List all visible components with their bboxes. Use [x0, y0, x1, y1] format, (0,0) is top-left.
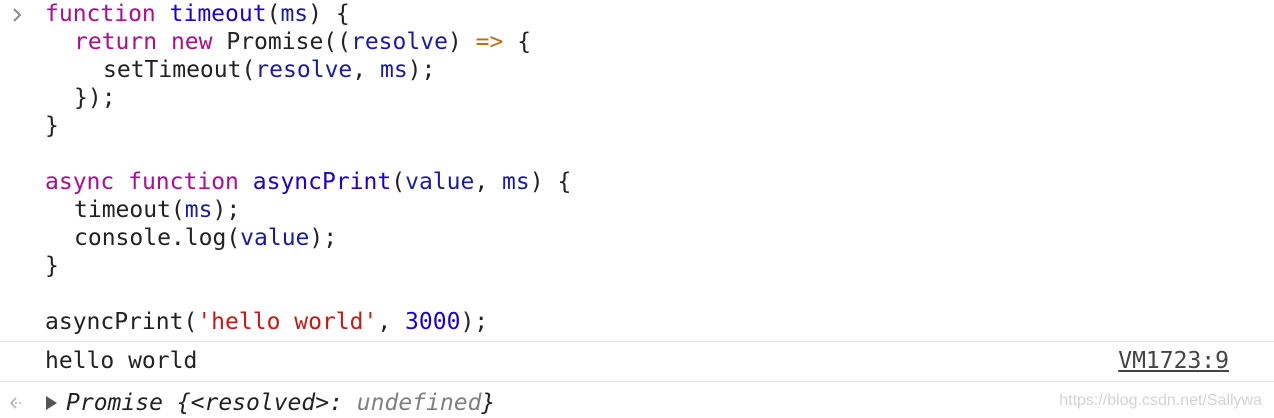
- watermark: https://blog.csdn.net/Sallywa: [1059, 392, 1262, 409]
- code-line: async function asyncPrint(value, ms) {: [45, 169, 572, 195]
- code-line: timeout(ms);: [74, 197, 241, 223]
- chevron-right-icon: [13, 8, 22, 22]
- code-line: }: [45, 113, 59, 139]
- code-line: }: [45, 253, 59, 279]
- code-input[interactable]: function timeout(ms) { return new Promis…: [45, 0, 1245, 336]
- console-panel: function timeout(ms) { return new Promis…: [0, 0, 1274, 418]
- code-line: return new Promise((resolve) => {: [74, 29, 532, 55]
- expand-triangle-icon[interactable]: [46, 396, 57, 410]
- console-log-row: hello world VM1723:9: [0, 342, 1274, 381]
- log-message: hello world: [45, 348, 198, 374]
- code-line: });: [74, 85, 116, 111]
- code-line: function timeout(ms) {: [45, 1, 350, 27]
- result-value[interactable]: Promise {<resolved>: undefined}: [66, 389, 495, 417]
- source-link[interactable]: VM1723:9: [1118, 347, 1229, 375]
- code-line: asyncPrint('hello world', 3000);: [45, 309, 489, 335]
- code-line: console.log(value);: [74, 225, 338, 251]
- code-line: setTimeout(resolve, ms);: [103, 57, 436, 83]
